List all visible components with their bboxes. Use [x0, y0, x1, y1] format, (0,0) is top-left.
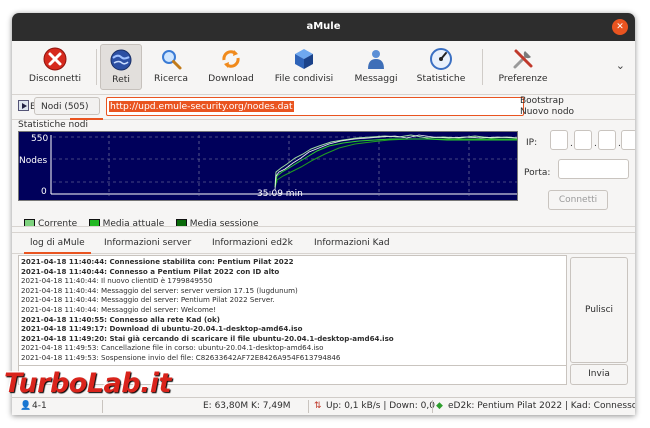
title-bar: aMule ✕ — [12, 13, 635, 41]
log-line: 2021-04-18 11:40:55: Connesso alla rete … — [21, 314, 221, 324]
preferences-label: Preferenze — [498, 73, 548, 84]
networks-button[interactable]: Reti — [100, 44, 142, 90]
stats-title: Statistiche nodi — [18, 120, 88, 130]
tab-kad-info[interactable]: Informazioni Kad — [314, 233, 390, 254]
y-axis-label: Nodes — [19, 156, 47, 166]
tab-server-info[interactable]: Informazioni server — [104, 233, 191, 254]
window-title: aMule — [306, 21, 341, 32]
current-average-series — [274, 138, 517, 187]
tab-ed2k-info[interactable]: Informazioni ed2k — [212, 233, 293, 254]
statistics-icon — [430, 48, 452, 70]
log-line: 2021-04-18 11:40:44: Connessione stabili… — [21, 257, 294, 266]
connect-button[interactable]: Connetti — [548, 190, 608, 210]
log-line: 2021-04-18 11:40:44: Messaggio del serve… — [21, 304, 217, 314]
port-field[interactable] — [558, 159, 629, 179]
status-network: eD2k: Pentium Pilat 2022 | Kad: Connesso — [448, 401, 635, 411]
statistics-label: Statistiche — [416, 73, 466, 84]
amule-window: aMule ✕ Disconnetti Reti Ricerca Downloa… — [12, 13, 635, 415]
network-status-icon: ◆ — [436, 401, 443, 411]
bootstrap-title: Bootstrap Nuovo nodo — [520, 96, 574, 118]
send-button[interactable]: Invia — [570, 364, 628, 385]
download-button[interactable]: Download — [202, 44, 260, 90]
search-label: Ricerca — [154, 73, 188, 84]
ip-label: IP: — [526, 138, 538, 148]
messages-label: Messaggi — [354, 73, 398, 84]
log-line: 2021-04-18 11:49:53: Sospensione invio d… — [21, 352, 341, 362]
log-line: 2021-04-18 11:40:44: Il nuovo clientID è… — [21, 276, 213, 286]
networks-label: Reti — [112, 74, 130, 85]
y-min-label: 0 — [41, 187, 47, 197]
users-icon: 👤 — [20, 401, 32, 411]
watermark-logo: TurboLab.it — [4, 368, 172, 399]
statistics-button[interactable]: Statistiche — [410, 44, 472, 90]
log-line: 2021-04-18 11:40:44: Messaggio del serve… — [21, 285, 298, 295]
bootstrap-panel: Bootstrap Nuovo nodo IP: . . . Porta: Co… — [520, 95, 635, 215]
networks-icon — [110, 49, 132, 71]
messages-icon — [368, 50, 384, 69]
nodes-url-text: http://upd.emule-security.org/nodes.dat — [109, 101, 294, 112]
status-files: E: 63,80M K: 7,49M — [203, 401, 291, 411]
shared-files-icon — [295, 49, 313, 69]
status-users: 4-1 — [32, 401, 47, 411]
log-area[interactable]: 2021-04-18 11:40:44: Connessione stabili… — [18, 255, 567, 366]
disconnect-label: Disconnetti — [28, 73, 82, 84]
preferences-button[interactable]: Preferenze — [490, 44, 556, 90]
bootstrap-title-line2: Nuovo nodo — [520, 107, 575, 117]
search-icon — [162, 50, 182, 70]
log-line: 2021-04-18 11:40:44: Connesso a Pentium … — [21, 266, 280, 276]
disconnect-button[interactable]: Disconnetti — [20, 44, 90, 90]
chevron-down-icon[interactable]: ⌄ — [616, 59, 625, 72]
x-axis-label: 35:09 min — [257, 189, 303, 199]
ip-octet-1[interactable] — [550, 130, 568, 150]
log-line: 2021-04-18 11:49:17: Download di ubuntu-… — [21, 324, 303, 334]
y-max-label: 550 — [31, 134, 48, 144]
log-line: 2021-04-18 11:49:53: Cancellazione file … — [21, 343, 324, 353]
disconnect-icon — [43, 47, 67, 71]
nodes-url-field[interactable]: http://upd.emule-security.org/nodes.dat — [106, 97, 524, 116]
download-label: Download — [208, 73, 254, 84]
close-icon[interactable]: ✕ — [612, 19, 628, 35]
log-line: 2021-04-18 11:49:20: Stai già cercando d… — [21, 333, 394, 343]
update-icon[interactable] — [18, 100, 29, 111]
clear-button[interactable]: Pulisci — [570, 257, 628, 363]
tab-amule-log[interactable]: log di aMule — [24, 233, 91, 254]
transfer-icon — [222, 50, 240, 68]
preferences-icon — [513, 49, 533, 69]
nodes-graph: 550 Nodes 0 35:09 min — [18, 131, 518, 201]
shared-files-button[interactable]: File condivisi — [266, 44, 342, 90]
pane-divider[interactable] — [12, 226, 635, 230]
ip-octet-4[interactable] — [621, 130, 635, 150]
search-button[interactable]: Ricerca — [146, 44, 196, 90]
nodes-count-label: Nodi (505) — [34, 97, 100, 115]
messages-button[interactable]: Messaggi — [348, 44, 404, 90]
ip-octet-2[interactable] — [574, 130, 592, 150]
status-speed: Up: 0,1 kB/s | Down: 0,0 — [326, 401, 435, 411]
log-tabs: log di aMule Informazioni server Informa… — [12, 232, 635, 254]
log-line: 2021-04-18 11:40:44: Messaggio del serve… — [21, 295, 275, 305]
shared-files-label: File condivisi — [274, 73, 334, 84]
bootstrap-title-line1: Bootstrap — [520, 96, 564, 106]
main-toolbar: Disconnetti Reti Ricerca Download File c… — [12, 41, 635, 95]
ip-octet-3[interactable] — [598, 130, 616, 150]
port-label: Porta: — [524, 168, 551, 178]
transfer-arrows-icon: ⇅ — [314, 401, 322, 411]
session-average-series — [274, 138, 517, 189]
status-bar: 👤 4-1 E: 63,80M K: 7,49M ⇅ Up: 0,1 kB/s … — [12, 397, 635, 415]
